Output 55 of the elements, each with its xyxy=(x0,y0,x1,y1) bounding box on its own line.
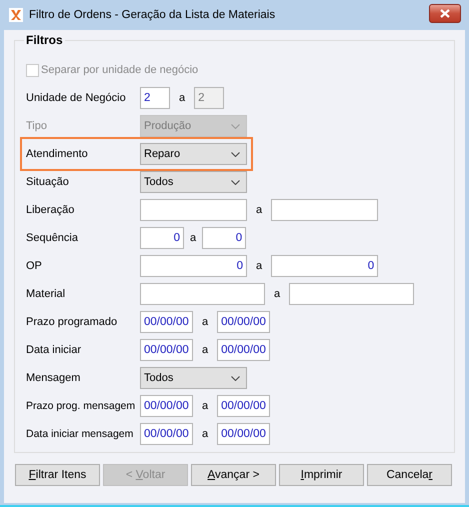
dialog-button[interactable]: Filtrar Itens xyxy=(15,464,100,486)
window-title: Filtro de Ordens - Geração da Lista de Materiais xyxy=(29,9,276,21)
field-label: Liberação xyxy=(26,204,76,216)
input-field[interactable]: 0 xyxy=(202,227,246,249)
input-field[interactable]: 00/00/00 xyxy=(217,423,270,445)
input-field[interactable] xyxy=(140,283,265,305)
input-field[interactable]: 00/00/00 xyxy=(140,423,193,445)
chevron-down-icon xyxy=(231,152,240,156)
field-label: Data iniciar xyxy=(26,344,82,356)
field-label: Tipo xyxy=(26,120,48,132)
field-label: OP xyxy=(26,260,43,272)
dropdown[interactable]: Todos xyxy=(140,367,247,389)
range-separator: a xyxy=(256,204,262,216)
chevron-down-icon xyxy=(231,376,240,380)
field-label: Atendimento xyxy=(26,148,89,160)
input-field[interactable]: 00/00/00 xyxy=(217,395,270,417)
input-field[interactable] xyxy=(271,199,378,221)
range-separator: a xyxy=(274,288,280,300)
input-field[interactable]: 2 xyxy=(140,87,170,109)
range-separator: a xyxy=(202,428,208,440)
dropdown[interactable]: Reparo xyxy=(140,143,247,165)
dialog-button[interactable]: Avançar > xyxy=(191,464,276,486)
field-label: Prazo programado xyxy=(26,316,118,328)
close-icon xyxy=(440,8,450,18)
range-separator: a xyxy=(202,400,208,412)
field-label: Situação xyxy=(26,176,70,188)
chevron-down-icon xyxy=(231,124,240,128)
input-field[interactable]: 00/00/00 xyxy=(140,339,193,361)
field-label: Material xyxy=(26,288,66,300)
range-separator: a xyxy=(256,260,262,272)
dropdown[interactable]: Todos xyxy=(140,171,247,193)
input-field[interactable] xyxy=(140,199,247,221)
field-label: Prazo prog. mensagem xyxy=(26,400,136,412)
range-separator: a xyxy=(202,344,208,356)
input-field[interactable]: 00/00/00 xyxy=(217,311,270,333)
range-separator: a xyxy=(179,92,186,104)
input-field[interactable]: 0 xyxy=(271,255,378,277)
group-title: Filtros xyxy=(25,33,64,47)
field-label: Data iniciar mensagem xyxy=(26,428,134,440)
input-field[interactable]: 00/00/00 xyxy=(140,311,193,333)
dialog-button[interactable]: Cancelar xyxy=(367,464,452,486)
range-separator: a xyxy=(190,232,196,244)
input-field[interactable]: 0 xyxy=(140,227,184,249)
field-label: Mensagem xyxy=(26,372,82,384)
input-field[interactable]: 00/00/00 xyxy=(217,339,270,361)
input-field[interactable]: 0 xyxy=(140,255,247,277)
dialog-button[interactable]: Imprimir xyxy=(279,464,364,486)
chevron-down-icon xyxy=(231,180,240,184)
input-field[interactable]: 00/00/00 xyxy=(140,395,193,417)
field-label: Unidade de Negócio xyxy=(26,92,127,104)
close-button[interactable] xyxy=(429,4,461,22)
app-icon xyxy=(9,8,23,22)
field-label: Sequência xyxy=(26,232,79,244)
range-separator: a xyxy=(202,316,208,328)
input-field[interactable] xyxy=(289,283,414,305)
